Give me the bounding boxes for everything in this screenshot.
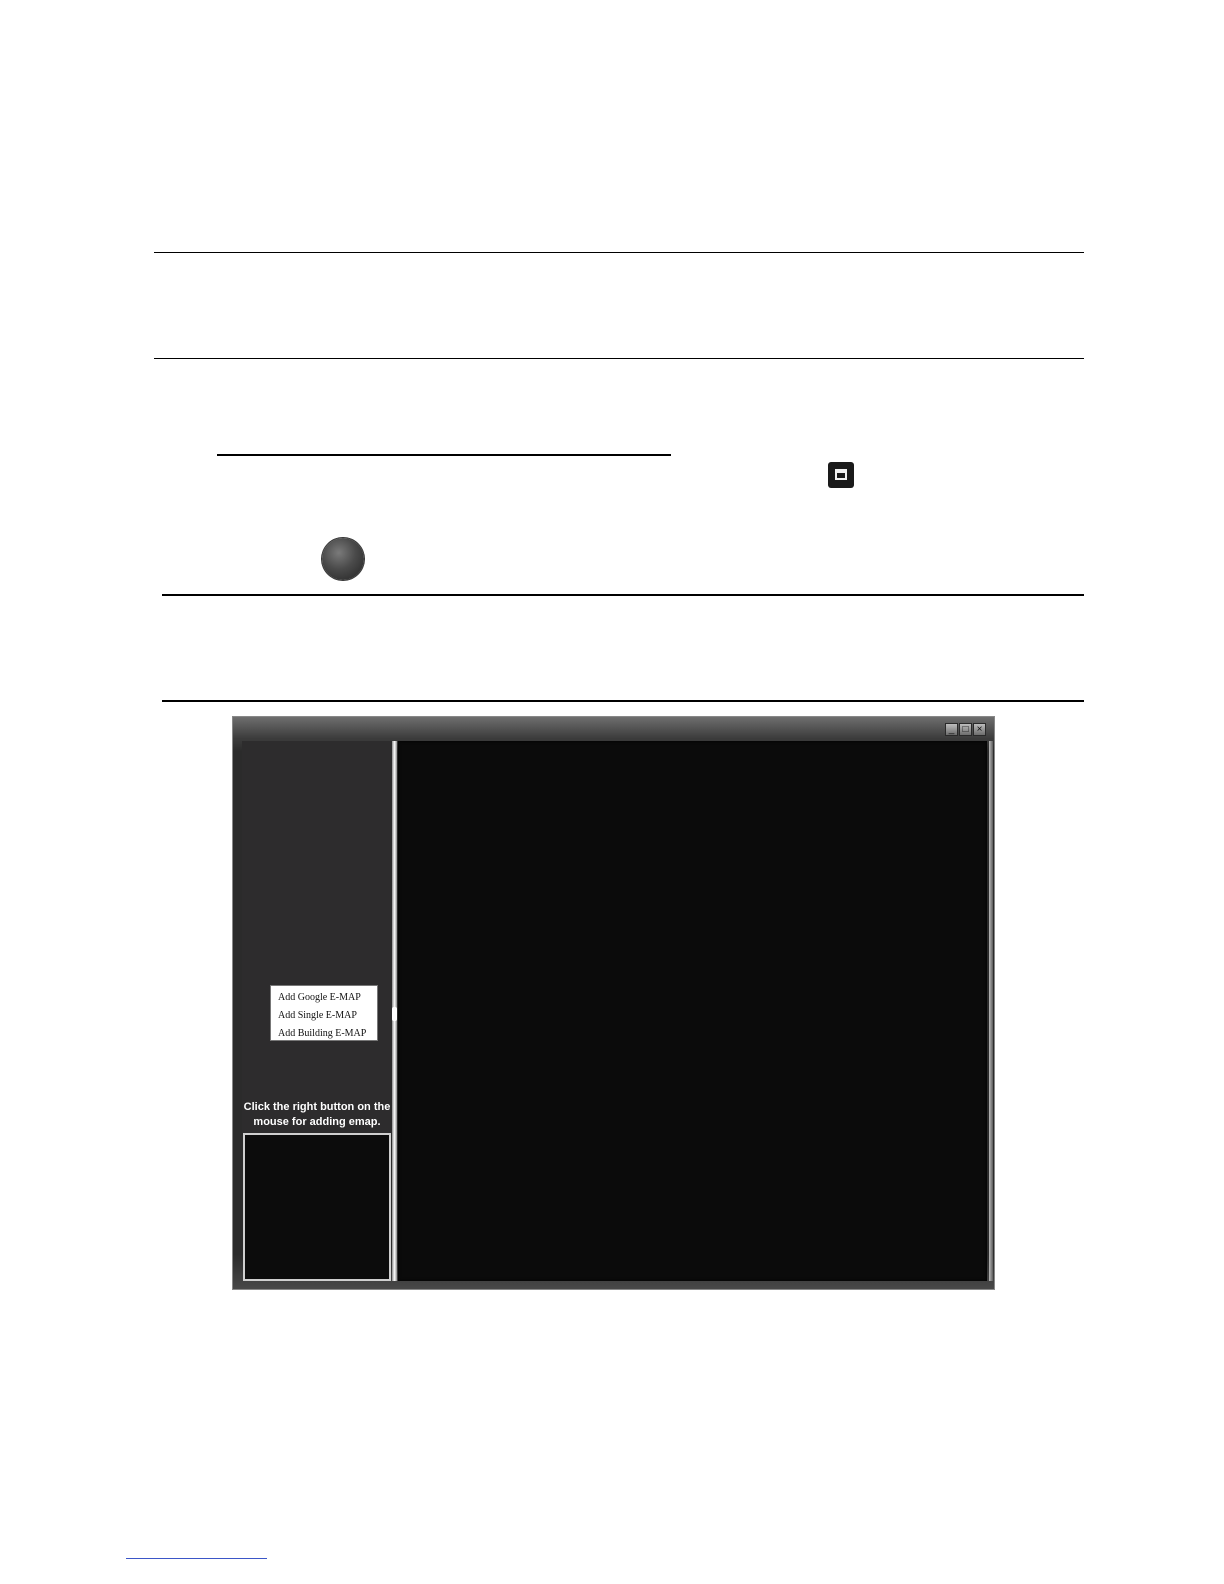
title-bar[interactable]: _ □ × bbox=[233, 717, 994, 739]
splitter-handle[interactable] bbox=[392, 1007, 397, 1021]
rule-short bbox=[217, 454, 671, 456]
close-button[interactable]: × bbox=[973, 723, 986, 736]
window-icon bbox=[828, 462, 854, 488]
emap-globe-icon bbox=[322, 538, 364, 580]
map-display-area[interactable] bbox=[398, 741, 993, 1281]
emap-window: _ □ × Add Google E-MAP Add Single E-MAP … bbox=[232, 716, 995, 1290]
minimize-button[interactable]: _ bbox=[945, 723, 958, 736]
rule-top bbox=[154, 252, 1084, 253]
emap-preview bbox=[243, 1133, 391, 1281]
maximize-button[interactable]: □ bbox=[959, 723, 972, 736]
rule-2 bbox=[154, 358, 1084, 359]
rule-4 bbox=[162, 700, 1084, 702]
add-emap-hint: Click the right button on the mouse for … bbox=[243, 1101, 391, 1128]
emap-list-panel[interactable]: Add Google E-MAP Add Single E-MAP Add Bu… bbox=[242, 741, 392, 1133]
menu-item-add-building-emap[interactable]: Add Building E-MAP bbox=[278, 1025, 377, 1043]
menu-item-add-google-emap[interactable]: Add Google E-MAP bbox=[278, 989, 377, 1007]
panel-splitter[interactable] bbox=[392, 741, 397, 1281]
footnote-rule bbox=[126, 1558, 267, 1559]
rule-3 bbox=[162, 594, 1084, 596]
menu-item-add-single-emap[interactable]: Add Single E-MAP bbox=[278, 1007, 377, 1025]
context-menu: Add Google E-MAP Add Single E-MAP Add Bu… bbox=[270, 985, 378, 1041]
